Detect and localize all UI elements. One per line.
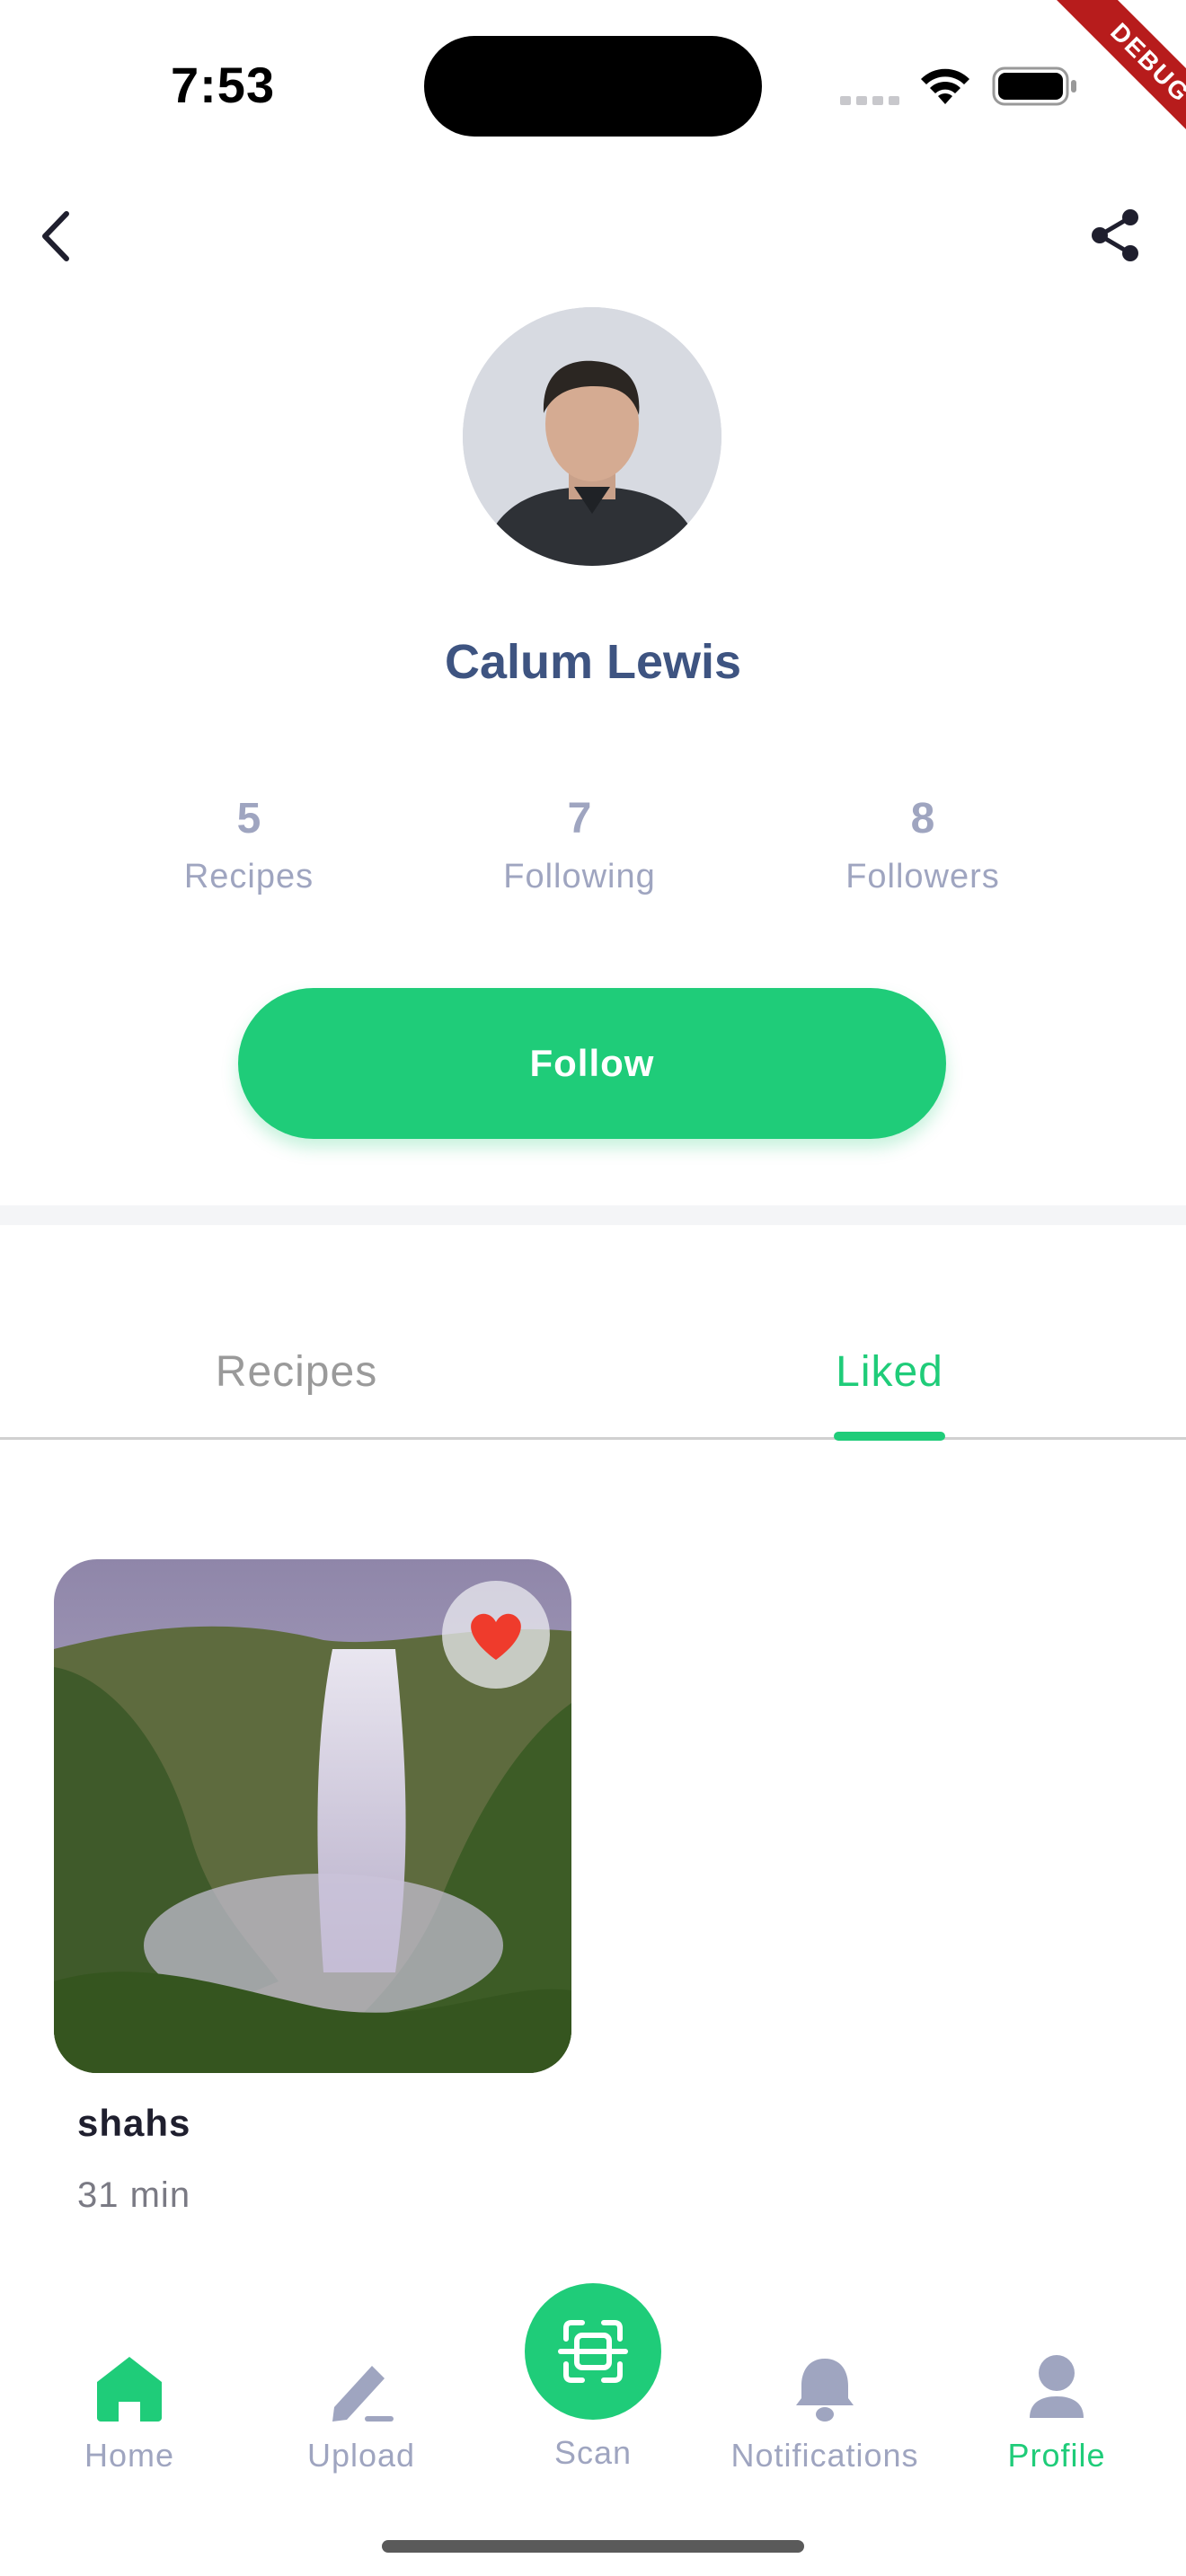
stat-value: 8	[910, 795, 935, 842]
share-button[interactable]	[1087, 207, 1145, 264]
follow-button[interactable]: Follow	[238, 988, 946, 1139]
home-icon	[97, 2357, 162, 2422]
heart-icon	[471, 1613, 521, 1660]
nav-label: Notifications	[730, 2437, 919, 2474]
avatar	[463, 307, 721, 566]
stat-recipes[interactable]: 5 Recipes	[114, 794, 384, 896]
stat-label: Following	[503, 858, 656, 895]
person-icon	[1030, 2355, 1084, 2418]
scan-button[interactable]	[525, 2283, 661, 2420]
tab-liked[interactable]: Liked	[710, 1347, 1069, 1397]
tabs-divider	[0, 1437, 1186, 1440]
pencil-icon	[332, 2366, 394, 2422]
home-indicator	[382, 2540, 804, 2553]
wifi-icon	[918, 65, 972, 110]
nav-notifications[interactable]: Notifications	[717, 2353, 933, 2475]
chevron-left-icon	[42, 211, 69, 261]
stat-label: Followers	[845, 858, 1000, 895]
cellular-signal-icon	[840, 93, 905, 110]
share-icon	[1092, 209, 1138, 261]
back-button[interactable]	[32, 205, 83, 268]
nav-label: Profile	[1007, 2437, 1106, 2474]
tab-recipes[interactable]: Recipes	[117, 1347, 476, 1397]
recipe-time: 31 min	[77, 2175, 191, 2215]
nav-upload[interactable]: Upload	[253, 2353, 469, 2475]
stat-followers[interactable]: 8 Followers	[788, 794, 1058, 896]
scan-icon	[558, 2320, 628, 2383]
stat-value: 5	[236, 795, 261, 842]
battery-icon	[992, 66, 1078, 110]
nav-label: Upload	[306, 2437, 416, 2474]
nav-scan-label-wrap[interactable]: Scan	[485, 2434, 701, 2472]
stat-following[interactable]: 7 Following	[445, 794, 714, 896]
profile-name: Calum Lewis	[444, 635, 742, 689]
nav-profile[interactable]: Profile	[949, 2353, 1164, 2475]
dynamic-island	[424, 36, 762, 137]
stat-value: 7	[567, 795, 592, 842]
nav-label: Home	[84, 2437, 175, 2474]
unlike-button[interactable]	[442, 1581, 550, 1689]
recipe-title[interactable]: shahs	[77, 2102, 190, 2145]
nav-label: Scan	[553, 2434, 633, 2471]
nav-home[interactable]: Home	[22, 2353, 237, 2475]
active-tab-indicator	[834, 1432, 945, 1441]
section-divider	[0, 1205, 1186, 1225]
status-time: 7:53	[171, 57, 276, 113]
bell-icon	[796, 2359, 854, 2422]
stat-label: Recipes	[183, 858, 314, 895]
